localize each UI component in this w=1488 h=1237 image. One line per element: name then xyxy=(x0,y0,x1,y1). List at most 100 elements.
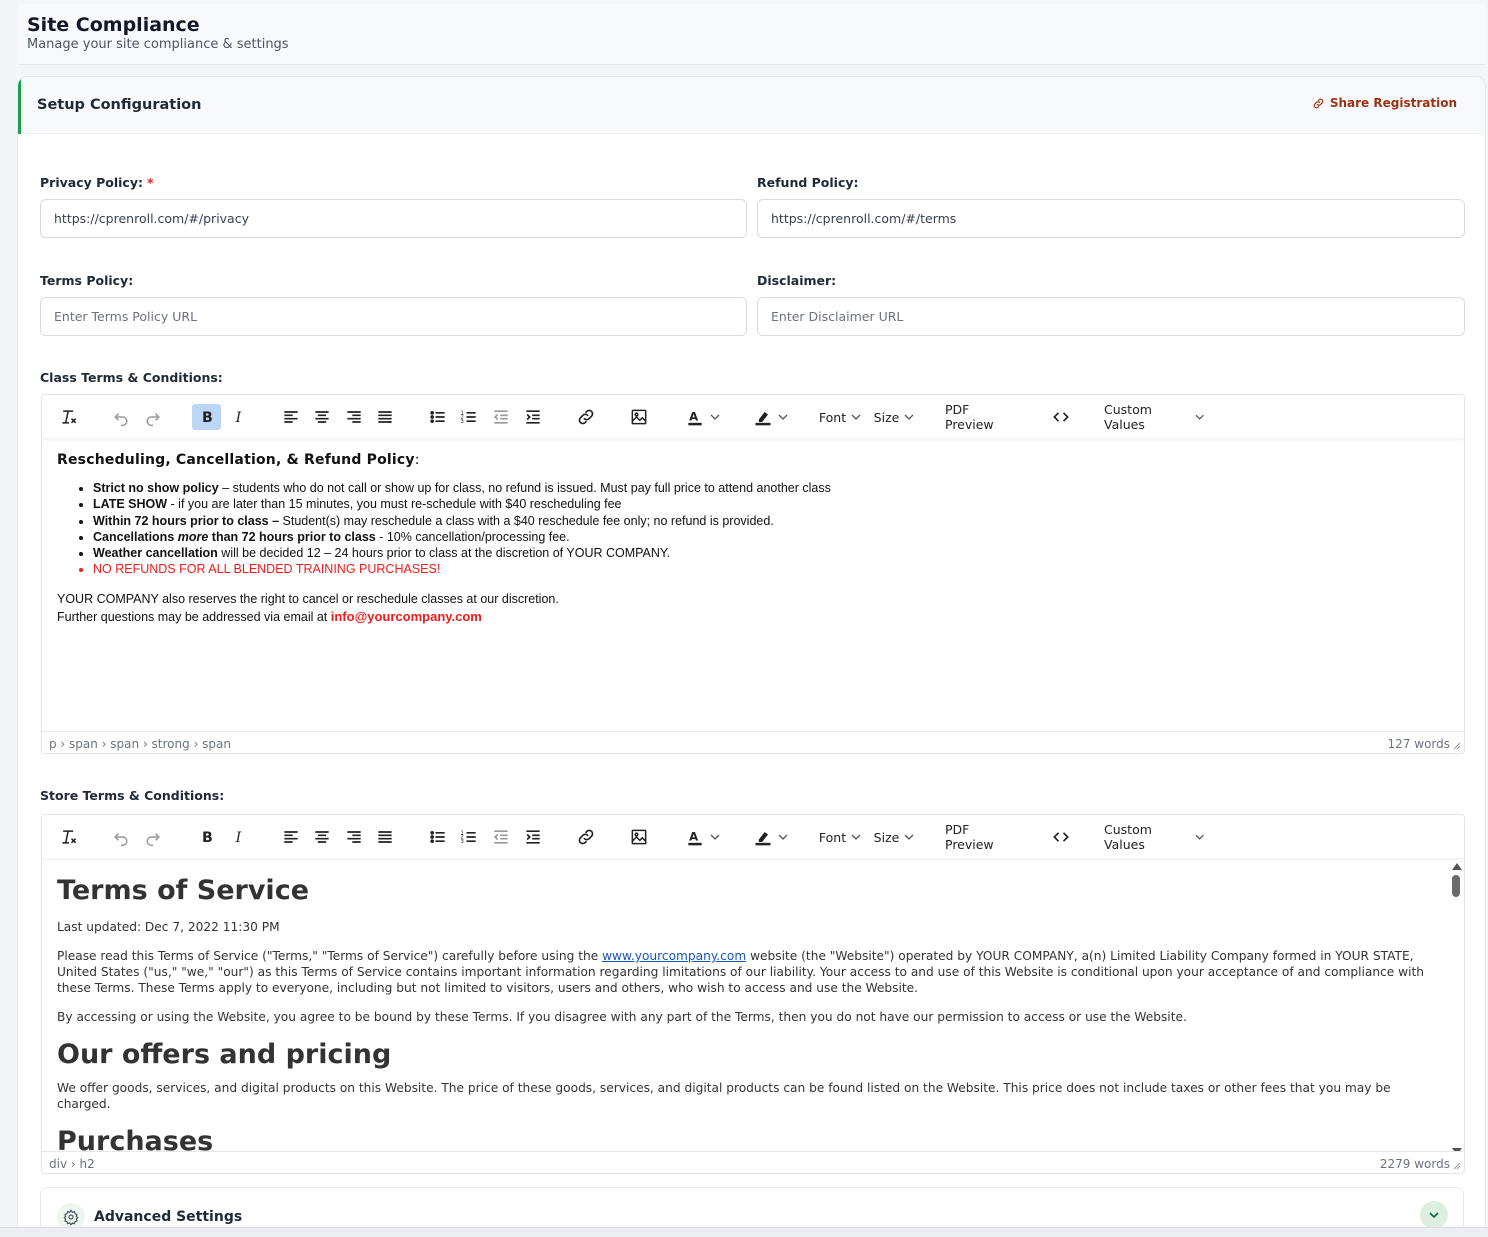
numbered-list-button[interactable]: 123 xyxy=(456,404,482,430)
list-item: Weather cancellation will be decided 12 … xyxy=(93,545,1449,561)
size-dropdown[interactable]: Size xyxy=(873,404,915,430)
numbered-list-button[interactable]: 123 xyxy=(456,824,482,850)
class-terms-content[interactable]: Rescheduling, Cancellation, & Refund Pol… xyxy=(57,452,1449,626)
undo-button[interactable] xyxy=(108,404,134,430)
text-color-button[interactable]: A xyxy=(680,404,724,430)
undo-button[interactable] xyxy=(108,824,134,850)
heading-text: Rescheduling, Cancellation, & Refund Pol… xyxy=(57,452,415,468)
item-warning: NO REFUNDS FOR ALL BLENDED TRAINING PURC… xyxy=(93,562,441,577)
link-button[interactable] xyxy=(573,824,599,850)
bold-button[interactable]: B xyxy=(192,824,221,850)
align-right-button[interactable] xyxy=(341,824,367,850)
highlight-button[interactable] xyxy=(748,404,792,430)
redo-button[interactable] xyxy=(140,404,166,430)
resize-handle-icon[interactable] xyxy=(1453,742,1461,750)
italic-button[interactable]: I xyxy=(226,824,252,850)
custom-values-dropdown[interactable]: Custom Values xyxy=(1104,402,1204,432)
bold-button[interactable]: B xyxy=(192,404,221,430)
link-button[interactable] xyxy=(573,404,599,430)
chevron-down-icon xyxy=(1429,1212,1439,1219)
align-center-button[interactable] xyxy=(309,404,335,430)
vertical-scrollbar[interactable] xyxy=(1448,858,1464,1160)
align-left-icon xyxy=(284,831,298,843)
chevron-down-icon xyxy=(710,834,719,840)
store-terms-editor[interactable]: B I 123 A Font Size PDF Preview Custom V… xyxy=(41,814,1465,1174)
list-item: NO REFUNDS FOR ALL BLENDED TRAINING PURC… xyxy=(93,561,1449,577)
redo-button[interactable] xyxy=(140,824,166,850)
item-bold: Within 72 hours prior to class – xyxy=(93,513,280,528)
item-text: - if you are later than 15 minutes, you … xyxy=(167,497,622,512)
svg-text:3: 3 xyxy=(461,419,464,425)
size-dropdown[interactable]: Size xyxy=(873,824,915,850)
scroll-up-arrow-icon[interactable] xyxy=(1452,863,1462,870)
source-code-button[interactable] xyxy=(1048,404,1074,430)
clear-format-button[interactable] xyxy=(56,404,82,430)
store-terms-toolbar: B I 123 A Font Size PDF Preview Custom V… xyxy=(42,815,1464,858)
element-path[interactable]: p › span › span › strong › span xyxy=(49,737,231,751)
store-terms-content[interactable]: Terms of Service Last updated: Dec 7, 20… xyxy=(57,875,1434,1167)
item-text: – students who do not call or show up fo… xyxy=(218,481,831,495)
paragraph: Please read this Terms of Service ("Term… xyxy=(57,948,1434,996)
italic-button[interactable]: I xyxy=(226,404,252,430)
list-item: Cancellations more than 72 hours prior t… xyxy=(93,529,1449,545)
image-button[interactable] xyxy=(626,824,652,850)
outdent-button[interactable] xyxy=(488,404,514,430)
terms-policy-input[interactable]: Enter Terms Policy URL xyxy=(40,297,747,336)
redo-icon xyxy=(146,413,160,427)
source-code-button[interactable] xyxy=(1048,824,1074,850)
clear-format-button[interactable] xyxy=(56,824,82,850)
share-registration-link[interactable]: Share Registration xyxy=(1312,96,1457,110)
numbered-list-icon: 123 xyxy=(461,411,476,425)
privacy-policy-input[interactable]: https://cprenroll.com/#/privacy xyxy=(40,199,747,238)
word-count: 2279 words xyxy=(1379,1157,1450,1171)
email-text: info@yourcompany.com xyxy=(330,608,482,624)
class-terms-editor[interactable]: B I 123 A Font Size PDF Preview Custom V… xyxy=(41,394,1465,754)
chevron-down-icon xyxy=(1195,414,1204,420)
image-button[interactable] xyxy=(626,404,652,430)
numbered-list-icon: 123 xyxy=(461,831,476,845)
resize-handle-icon[interactable] xyxy=(1453,1162,1461,1170)
pdf-preview-button[interactable]: PDF Preview xyxy=(945,402,1019,432)
paragraph: By accessing or using the Website, you a… xyxy=(57,1010,1187,1024)
align-right-icon xyxy=(347,411,361,423)
svg-text:A: A xyxy=(689,409,698,423)
source-code-icon xyxy=(1053,412,1069,422)
indent-button[interactable] xyxy=(520,404,546,430)
svg-text:B: B xyxy=(202,410,213,426)
bullet-list-button[interactable] xyxy=(425,404,451,430)
advanced-settings-toggle[interactable] xyxy=(1420,1201,1448,1229)
source-code-icon xyxy=(1053,832,1069,842)
item-bold: Weather cancellation xyxy=(93,546,218,561)
align-left-icon xyxy=(284,411,298,423)
disclaimer-input[interactable]: Enter Disclaimer URL xyxy=(757,297,1465,336)
text-color-button[interactable]: A xyxy=(680,824,724,850)
align-right-button[interactable] xyxy=(341,404,367,430)
refund-policy-label: Refund Policy: xyxy=(757,175,859,190)
align-left-button[interactable] xyxy=(278,404,304,430)
window-bottom-edge xyxy=(0,1227,1488,1237)
font-dropdown[interactable]: Font xyxy=(818,824,862,850)
bullet-list-button[interactable] xyxy=(425,824,451,850)
align-left-button[interactable] xyxy=(278,824,304,850)
font-dropdown[interactable]: Font xyxy=(818,404,862,430)
justify-button[interactable] xyxy=(372,824,398,850)
indent-button[interactable] xyxy=(520,824,546,850)
item-text: - 10% cancellation/processing fee. xyxy=(375,529,570,544)
element-path[interactable]: div › h2 xyxy=(49,1157,95,1171)
custom-values-dropdown[interactable]: Custom Values xyxy=(1104,822,1204,852)
website-link[interactable]: www.yourcompany.com xyxy=(602,949,746,963)
italic-icon: I xyxy=(235,410,242,426)
italic-icon: I xyxy=(235,830,242,846)
pdf-preview-button[interactable]: PDF Preview xyxy=(945,822,1019,852)
paragraph: YOUR COMPANY also reserves the right to … xyxy=(57,591,559,606)
heading-suffix: : xyxy=(414,452,420,468)
justify-button[interactable] xyxy=(372,404,398,430)
store-terms-label: Store Terms & Conditions: xyxy=(40,788,225,803)
outdent-button[interactable] xyxy=(488,824,514,850)
undo-icon xyxy=(114,833,128,847)
scroll-thumb[interactable] xyxy=(1452,875,1460,897)
refund-policy-input[interactable]: https://cprenroll.com/#/terms xyxy=(757,199,1465,238)
clear-format-icon xyxy=(62,830,77,844)
align-center-button[interactable] xyxy=(309,824,335,850)
highlight-button[interactable] xyxy=(748,824,792,850)
